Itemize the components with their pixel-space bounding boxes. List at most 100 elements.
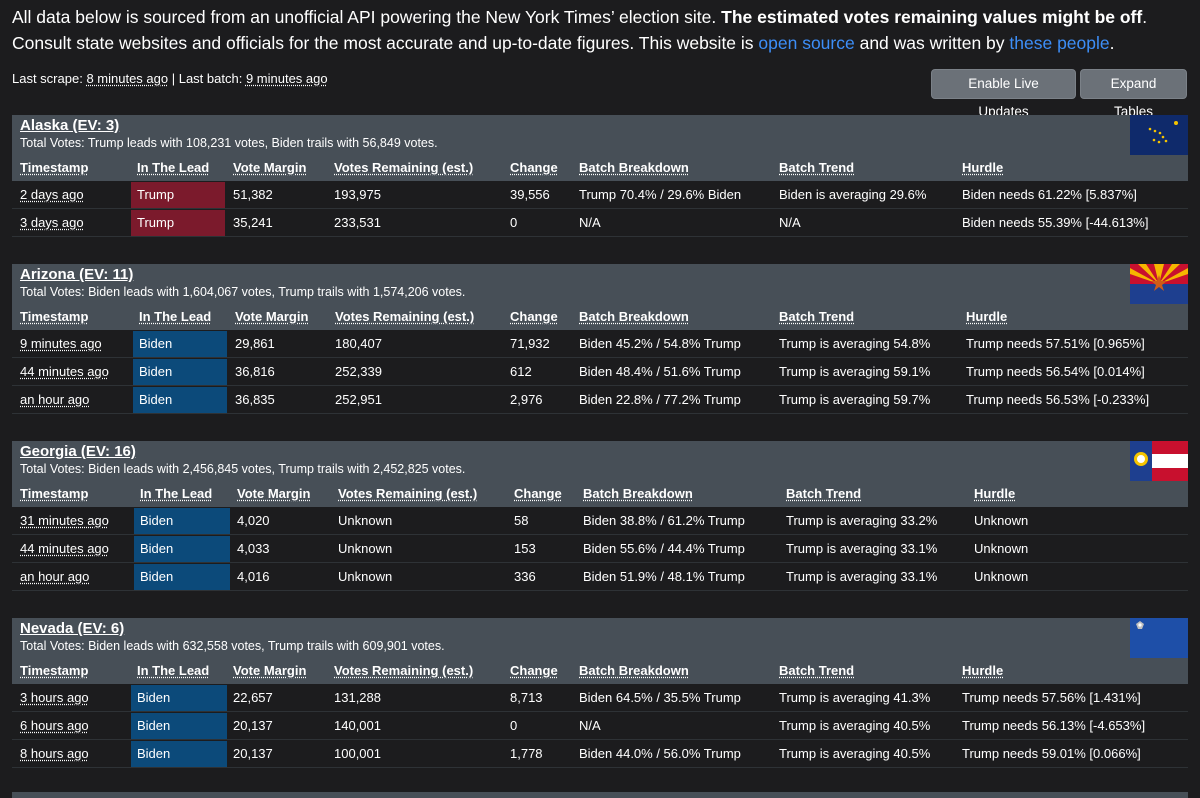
column-header[interactable]: Votes Remaining (est.) [334,663,473,678]
column-header[interactable]: Timestamp [20,486,88,501]
change-cell: 0 [510,215,518,230]
remaining-cell: Unknown [338,569,393,584]
last-batch-value: 9 minutes ago [245,71,328,86]
column-header[interactable]: Vote Margin [233,160,306,175]
state-title[interactable]: Georgia (EV: 16) [20,443,136,460]
column-header[interactable]: Hurdle [962,160,1003,175]
column-header[interactable]: Hurdle [974,486,1015,501]
breakdown-cell: Biden 48.4% / 51.6% Trump [579,364,741,379]
intro-part4: . [1109,33,1115,53]
timestamp-cell[interactable]: an hour ago [20,386,89,413]
table-row: 8 hours ago Biden 20,137 100,001 1,778 Biden … [12,740,1188,768]
remaining-cell: 180,407 [335,336,382,351]
alaska-flag [1130,115,1188,155]
state-header: Nevada (EV: 6) Total Votes: Biden leads w… [12,618,1188,684]
trend-cell: Biden is averaging 29.6% [779,187,927,202]
remaining-cell: 252,951 [335,392,382,407]
lead-badge: Trump [131,210,225,236]
expand-tables-button[interactable]: Expand Tables [1080,69,1187,119]
column-header[interactable]: Change [510,309,558,324]
lead-badge: Biden [131,713,227,739]
intro-text: All data below is sourced from an unoffi… [12,4,1192,56]
arizona-flag [1130,264,1188,304]
column-header[interactable]: Change [510,663,558,678]
change-cell: 612 [510,364,532,379]
state-total-votes: Total Votes: Biden leads with 1,604,067 … [20,285,466,299]
column-header[interactable]: Vote Margin [235,309,308,324]
trend-cell: Trump is averaging 59.1% [779,364,931,379]
trend-cell: Trump is averaging 33.2% [786,513,938,528]
column-header[interactable]: Hurdle [962,663,1003,678]
timestamp-cell[interactable]: 9 minutes ago [20,330,102,357]
breakdown-cell: Biden 51.9% / 48.1% Trump [583,569,745,584]
margin-cell: 4,020 [237,513,270,528]
column-header[interactable]: Hurdle [966,309,1007,324]
state-header: Arizona (EV: 11) Total Votes: Biden leads… [12,264,1188,330]
table-row: an hour ago Biden 4,016 Unknown 336 Biden 51.… [12,563,1188,591]
column-header[interactable]: Batch Trend [779,663,854,678]
state-table: Georgia (EV: 16) Total Votes: Biden leads… [12,441,1188,591]
state-title[interactable]: Alaska (EV: 3) [20,117,119,134]
column-header[interactable]: Timestamp [20,160,88,175]
timestamp-cell[interactable]: 6 hours ago [20,712,89,739]
column-header[interactable]: Batch Trend [779,160,854,175]
state-table: Alaska (EV: 3) Total Votes: Trump leads w… [12,115,1188,237]
hurdle-cell: Unknown [974,569,1029,584]
column-header[interactable]: Change [510,160,558,175]
timestamp-cell[interactable]: 3 days ago [20,209,84,236]
column-header[interactable]: Batch Trend [786,486,861,501]
column-header[interactable]: Change [514,486,562,501]
breakdown-cell: Biden 64.5% / 35.5% Trump [579,690,741,705]
table-row: 6 hours ago Biden 20,137 140,001 0 N/A Trump i… [12,712,1188,740]
breakdown-cell: Biden 45.2% / 54.8% Trump [579,336,741,351]
margin-cell: 20,137 [233,746,273,761]
column-header[interactable]: Vote Margin [233,663,306,678]
breakdown-cell: Trump 70.4% / 29.6% Biden [579,187,742,202]
timestamp-cell[interactable]: an hour ago [20,563,89,590]
hurdle-cell: Trump needs 57.51% [0.965%] [966,336,1145,351]
state-title[interactable]: Arizona (EV: 11) [20,266,133,283]
state-title[interactable]: Nevada (EV: 6) [20,620,124,637]
timestamp-cell[interactable]: 31 minutes ago [20,507,109,534]
column-header[interactable]: In The Lead [140,486,212,501]
column-header[interactable]: Batch Breakdown [579,160,689,175]
trend-cell: N/A [779,215,801,230]
hurdle-cell: Biden needs 61.22% [5.837%] [962,187,1137,202]
column-header[interactable]: In The Lead [137,160,209,175]
hurdle-cell: Biden needs 55.39% [-44.613%] [962,215,1149,230]
change-cell: 39,556 [510,187,550,202]
column-header[interactable]: Votes Remaining (est.) [338,486,477,501]
column-header[interactable]: Batch Breakdown [583,486,693,501]
table-row: 31 minutes ago Biden 4,020 Unknown 58 Biden 3… [12,507,1188,535]
remaining-cell: Unknown [338,513,393,528]
table-row: 3 hours ago Biden 22,657 131,288 8,713 Biden … [12,684,1188,712]
intro-part3: and was written by [854,33,1010,53]
timestamp-cell[interactable]: 44 minutes ago [20,535,109,562]
change-cell: 8,713 [510,690,543,705]
table-row: 9 minutes ago Biden 29,861 180,407 71,932 Bid… [12,330,1188,358]
hurdle-cell: Unknown [974,513,1029,528]
open-source-link[interactable]: open source [758,33,854,53]
change-cell: 0 [510,718,518,733]
timestamp-cell[interactable]: 2 days ago [20,181,84,208]
these-people-link[interactable]: these people [1009,33,1109,53]
column-header[interactable]: Batch Breakdown [579,309,689,324]
column-header[interactable]: Timestamp [20,309,88,324]
change-cell: 1,778 [510,746,543,761]
enable-live-updates-button[interactable]: Enable Live Updates [931,69,1076,119]
column-header[interactable]: Batch Breakdown [579,663,689,678]
column-header[interactable]: Votes Remaining (est.) [334,160,473,175]
timestamp-cell[interactable]: 8 hours ago [20,740,89,767]
column-header[interactable]: Vote Margin [237,486,310,501]
column-header[interactable]: Timestamp [20,663,88,678]
column-header[interactable]: In The Lead [139,309,211,324]
timestamp-cell[interactable]: 3 hours ago [20,684,89,711]
timestamp-cell[interactable]: 44 minutes ago [20,358,109,385]
column-header[interactable]: In The Lead [137,663,209,678]
column-header[interactable]: Votes Remaining (est.) [335,309,474,324]
lead-badge: Biden [133,331,227,357]
column-header[interactable]: Batch Trend [779,309,854,324]
breakdown-cell: Biden 38.8% / 61.2% Trump [583,513,745,528]
state-table: Arizona (EV: 11) Total Votes: Biden leads… [12,264,1188,414]
lead-badge: Biden [133,387,227,413]
